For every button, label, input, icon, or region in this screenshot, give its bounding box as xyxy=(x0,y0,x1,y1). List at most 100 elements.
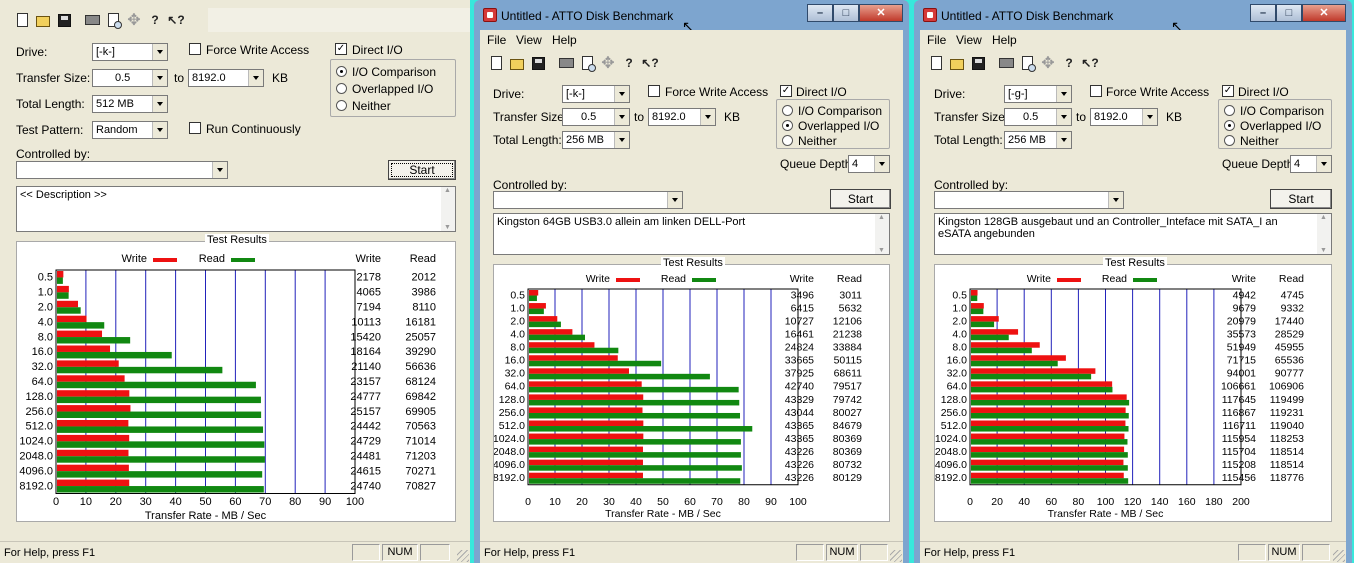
print-preview-icon[interactable] xyxy=(577,53,597,73)
chevron-down-icon[interactable] xyxy=(874,156,889,172)
force-write-checkbox[interactable] xyxy=(1090,85,1102,97)
chevron-down-icon[interactable] xyxy=(1056,132,1071,148)
chevron-down-icon[interactable] xyxy=(212,162,227,178)
open-folder-icon[interactable] xyxy=(507,53,527,73)
direct-io-checkbox[interactable]: ✓ xyxy=(335,43,347,55)
print-preview-icon[interactable] xyxy=(103,10,123,30)
transfer-from-combo[interactable]: 0.5 xyxy=(562,108,630,126)
transfer-to-combo[interactable]: 8192.0 xyxy=(648,108,716,126)
menu-view[interactable]: View xyxy=(516,33,542,47)
chevron-down-icon[interactable] xyxy=(1056,109,1071,125)
controlled-by-combo[interactable] xyxy=(493,191,683,209)
new-icon[interactable] xyxy=(12,10,32,30)
menu-help[interactable]: Help xyxy=(552,33,577,47)
menu-file[interactable]: File xyxy=(927,33,946,47)
open-folder-icon[interactable] xyxy=(33,10,53,30)
chevron-down-icon[interactable] xyxy=(700,109,715,125)
description-scrollbar[interactable] xyxy=(875,214,889,254)
chevron-down-icon[interactable] xyxy=(1108,192,1123,208)
open-folder-icon[interactable] xyxy=(947,53,967,73)
overlapped-io-radio[interactable] xyxy=(1224,120,1235,131)
transfer-from-combo[interactable]: 0.5 xyxy=(1004,108,1072,126)
chevron-down-icon[interactable] xyxy=(248,70,263,86)
chevron-down-icon[interactable] xyxy=(1316,156,1331,172)
save-disk-icon[interactable] xyxy=(528,53,548,73)
chevron-down-icon[interactable] xyxy=(614,109,629,125)
save-disk-icon[interactable] xyxy=(54,10,74,30)
chevron-down-icon[interactable] xyxy=(152,122,167,138)
about-icon[interactable]: ? xyxy=(1059,53,1079,73)
direct-io-checkbox[interactable]: ✓ xyxy=(780,85,792,97)
chevron-down-icon[interactable] xyxy=(152,96,167,112)
neither-radio[interactable] xyxy=(782,135,793,146)
move-icon[interactable]: ✥ xyxy=(1038,53,1058,73)
maximize-button[interactable]: □ xyxy=(833,4,859,22)
chevron-down-icon[interactable] xyxy=(152,70,167,86)
run-continuously-checkbox[interactable] xyxy=(189,122,201,134)
start-button[interactable]: Start xyxy=(388,160,456,180)
io-comparison-radio[interactable] xyxy=(1224,105,1235,116)
title-bar[interactable]: Untitled - ATTO Disk Benchmark ↖ – □ ✕ xyxy=(474,0,909,34)
print-icon[interactable] xyxy=(996,53,1016,73)
drive-combo[interactable]: [-k-] xyxy=(562,85,630,103)
chevron-down-icon[interactable] xyxy=(667,192,682,208)
menu-file[interactable]: File xyxy=(487,33,506,47)
controlled-by-combo[interactable] xyxy=(16,161,228,179)
print-icon[interactable] xyxy=(82,10,102,30)
close-button[interactable]: ✕ xyxy=(859,4,903,22)
transfer-to-combo[interactable]: 8192.0 xyxy=(188,69,264,87)
chevron-down-icon[interactable] xyxy=(1056,86,1071,102)
start-button[interactable]: Start xyxy=(1270,189,1332,209)
queue-depth-combo[interactable]: 4 xyxy=(1290,155,1332,173)
transfer-from-combo[interactable]: 0.5 xyxy=(92,69,168,87)
description-scrollbar[interactable] xyxy=(441,187,455,231)
description-field[interactable]: Kingston 64GB USB3.0 allein am linken DE… xyxy=(493,213,890,255)
neither-radio[interactable] xyxy=(1224,135,1235,146)
move-icon[interactable]: ✥ xyxy=(598,53,618,73)
context-help-icon[interactable]: ↖? xyxy=(166,10,186,30)
minimize-button[interactable]: – xyxy=(807,4,833,22)
description-scrollbar[interactable] xyxy=(1317,214,1331,254)
context-help-icon[interactable]: ↖? xyxy=(1080,53,1100,73)
save-disk-icon[interactable] xyxy=(968,53,988,73)
resize-grip[interactable] xyxy=(457,550,469,562)
queue-depth-combo[interactable]: 4 xyxy=(848,155,890,173)
title-bar[interactable]: Untitled - ATTO Disk Benchmark ↖ – □ ✕ xyxy=(914,0,1352,34)
io-comparison-radio[interactable] xyxy=(782,105,793,116)
new-icon[interactable] xyxy=(926,53,946,73)
direct-io-checkbox[interactable]: ✓ xyxy=(1222,85,1234,97)
chevron-down-icon[interactable] xyxy=(152,44,167,60)
force-write-checkbox[interactable] xyxy=(189,43,201,55)
chevron-down-icon[interactable] xyxy=(614,86,629,102)
overlapped-io-radio[interactable] xyxy=(336,83,347,94)
transfer-to-combo[interactable]: 8192.0 xyxy=(1090,108,1158,126)
drive-combo[interactable]: [-k-] xyxy=(92,43,168,61)
force-write-checkbox[interactable] xyxy=(648,85,660,97)
print-preview-icon[interactable] xyxy=(1017,53,1037,73)
chevron-down-icon[interactable] xyxy=(1142,109,1157,125)
about-icon[interactable]: ? xyxy=(619,53,639,73)
menu-view[interactable]: View xyxy=(956,33,982,47)
print-icon[interactable] xyxy=(556,53,576,73)
maximize-button[interactable]: □ xyxy=(1276,4,1302,22)
context-help-icon[interactable]: ↖? xyxy=(640,53,660,73)
neither-radio[interactable] xyxy=(336,100,347,111)
resize-grip[interactable] xyxy=(1333,550,1345,562)
total-length-combo[interactable]: 256 MB xyxy=(1004,131,1072,149)
overlapped-io-radio[interactable] xyxy=(782,120,793,131)
start-button[interactable]: Start xyxy=(830,189,891,209)
chevron-down-icon[interactable] xyxy=(614,132,629,148)
about-icon[interactable]: ? xyxy=(145,10,165,30)
test-pattern-combo[interactable]: Random xyxy=(92,121,168,139)
new-icon[interactable] xyxy=(486,53,506,73)
move-icon[interactable]: ✥ xyxy=(124,10,144,30)
minimize-button[interactable]: – xyxy=(1250,4,1276,22)
menu-help[interactable]: Help xyxy=(992,33,1017,47)
total-length-combo[interactable]: 512 MB xyxy=(92,95,168,113)
controlled-by-combo[interactable] xyxy=(934,191,1124,209)
total-length-combo[interactable]: 256 MB xyxy=(562,131,630,149)
description-field[interactable]: Kingston 128GB ausgebaut und an Controll… xyxy=(934,213,1332,255)
drive-combo[interactable]: [-g-] xyxy=(1004,85,1072,103)
description-field[interactable]: << Description >> xyxy=(16,186,456,232)
io-comparison-radio[interactable] xyxy=(336,66,347,77)
